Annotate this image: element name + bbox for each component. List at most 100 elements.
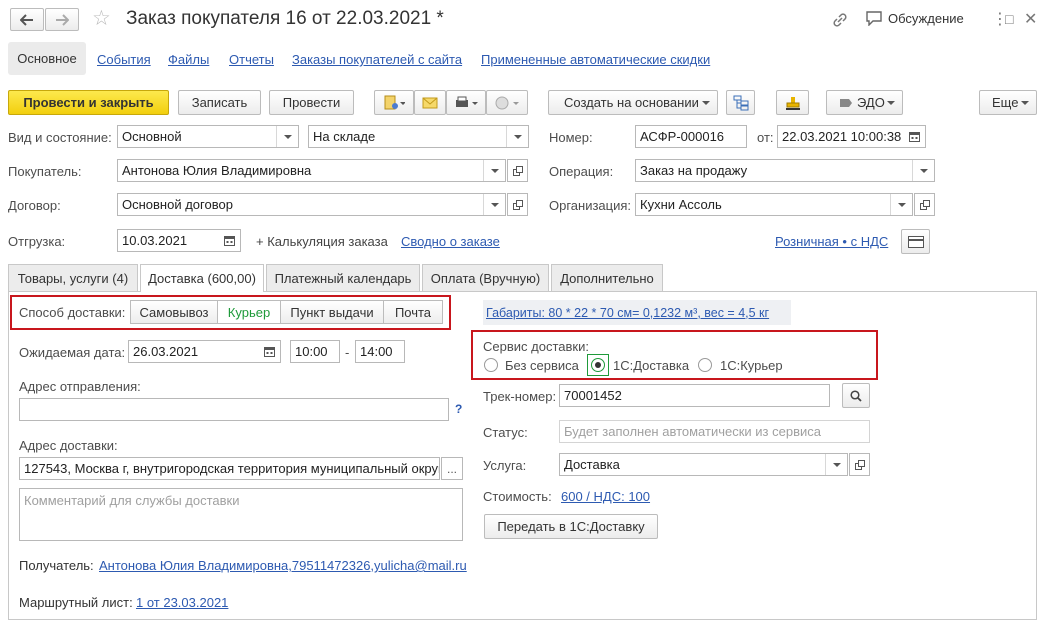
help-icon[interactable]: ? <box>455 402 462 416</box>
nav-tab-reports[interactable]: Отчеты <box>229 52 274 67</box>
kind-select[interactable]: Основной <box>117 125 299 148</box>
print-button[interactable] <box>446 90 486 115</box>
time-from-field[interactable]: 10:00 <box>290 340 340 363</box>
circle-status-icon <box>495 96 519 109</box>
chevron-down-icon <box>506 126 528 147</box>
route-sheet-link[interactable]: 1 от 23.03.2021 <box>136 595 228 610</box>
customer-select[interactable]: Антонова Юлия Владимировна <box>117 159 506 182</box>
date-value: 22.03.2021 10:00:38 <box>782 129 902 144</box>
organization-select[interactable]: Кухни Ассоль <box>635 193 913 216</box>
edo-sign-button[interactable] <box>776 90 809 115</box>
price-type-link[interactable]: Розничная • с НДС <box>775 234 888 249</box>
search-icon <box>850 389 862 402</box>
delivery-comment-field[interactable]: Комментарий для службы доставки <box>19 488 463 541</box>
calendar-icon[interactable] <box>259 341 280 362</box>
tab-goods[interactable]: Товары, услуги (4) <box>8 264 138 291</box>
chevron-down-icon <box>880 91 902 114</box>
create-based-on-button[interactable]: Создать на основании <box>548 90 718 115</box>
time-from-value: 10:00 <box>295 344 328 359</box>
dimensions-box[interactable]: Габариты: 80 * 22 * 70 см= 0,1232 м³, ве… <box>483 300 791 325</box>
back-button[interactable] <box>10 8 44 31</box>
tab-payment[interactable]: Оплата (Вручную) <box>422 264 549 291</box>
number-field[interactable]: АСФР-000016 <box>635 125 747 148</box>
sender-address-field[interactable] <box>19 398 449 421</box>
save-button[interactable]: Записать <box>178 90 261 115</box>
date-field[interactable]: 22.03.2021 10:00:38 <box>777 125 926 148</box>
tab-additional[interactable]: Дополнительно <box>551 264 663 291</box>
organization-value: Кухни Ассоль <box>640 197 722 212</box>
create-based-on-label: Создать на основании <box>564 95 699 110</box>
track-search-button[interactable] <box>842 383 870 408</box>
calendar-icon[interactable] <box>904 126 925 147</box>
attach-files-button[interactable] <box>374 90 414 115</box>
nav-tab-files[interactable]: Файлы <box>168 52 209 67</box>
recipient-label: Получатель: <box>19 558 94 573</box>
address-select-button[interactable]: ... <box>441 457 463 480</box>
open-contract-button[interactable] <box>507 193 528 216</box>
operation-select[interactable]: Заказ на продажу <box>635 159 935 182</box>
printer-icon <box>456 96 478 107</box>
arrow-left-icon <box>20 13 33 26</box>
expected-date-field[interactable]: 26.03.2021 <box>128 340 281 363</box>
recipient-link[interactable]: Антонова Юлия Владимировна,79511472326,y… <box>99 558 467 573</box>
tab-delivery[interactable]: Доставка (600,00) <box>140 264 264 292</box>
operation-value: Заказ на продажу <box>640 163 748 178</box>
number-label: Номер: <box>549 130 593 145</box>
calculation-link[interactable]: + Калькуляция заказа <box>256 234 388 249</box>
link-icon[interactable] <box>832 12 848 31</box>
email-button[interactable] <box>414 90 446 115</box>
dimensions-link[interactable]: Габариты: 80 * 22 * 70 см= 0,1232 м³, ве… <box>486 306 769 320</box>
post-button[interactable]: Провести <box>269 90 354 115</box>
track-number-field[interactable]: 70001452 <box>559 384 830 407</box>
service-select[interactable]: Доставка <box>559 453 848 476</box>
chevron-down-icon <box>483 160 505 181</box>
nav-tab-events[interactable]: События <box>97 52 151 67</box>
card-icon <box>907 235 924 248</box>
shipment-date-value: 10.03.2021 <box>122 233 188 248</box>
price-settings-button[interactable] <box>901 229 930 254</box>
time-to-value: 14:00 <box>360 344 393 359</box>
service-value: Доставка <box>564 457 620 472</box>
restore-icon[interactable]: □ <box>1005 11 1013 27</box>
customer-label: Покупатель: <box>8 164 82 179</box>
edo-button[interactable]: ЭДО <box>826 90 903 115</box>
forward-button[interactable] <box>45 8 79 31</box>
nav-tab-auto-discounts[interactable]: Примененные автоматические скидки <box>481 52 710 67</box>
contract-select[interactable]: Основной договор <box>117 193 506 216</box>
from-label: от: <box>757 130 774 145</box>
tab-label: Дополнительно <box>560 270 654 286</box>
chevron-down-icon <box>825 454 847 475</box>
tab-label: Товары, услуги (4) <box>17 270 129 286</box>
status-label: Статус: <box>483 425 528 440</box>
state-select[interactable]: На складе <box>308 125 529 148</box>
nav-tab-site-orders[interactable]: Заказы покупателей с сайта <box>292 52 462 67</box>
post-and-close-button[interactable]: Провести и закрыть <box>8 90 169 115</box>
transfer-to-1c-delivery-button[interactable]: Передать в 1С:Доставку <box>484 514 658 539</box>
time-to-field[interactable]: 14:00 <box>355 340 405 363</box>
calendar-icon[interactable] <box>219 230 240 251</box>
delivery-address-value: 127543, Москва г, внутригородская террит… <box>24 461 440 476</box>
cost-link[interactable]: 600 / НДС: 100 <box>561 489 650 504</box>
number-value: АСФР-000016 <box>640 129 725 144</box>
tab-label: Оплата (Вручную) <box>430 270 541 286</box>
arrow-right-icon <box>56 13 69 26</box>
close-icon[interactable]: ✕ <box>1024 9 1037 29</box>
tab-payment-calendar[interactable]: Платежный календарь <box>266 264 420 291</box>
open-service-button[interactable] <box>849 453 870 476</box>
favorite-star-icon[interactable]: ☆ <box>92 8 111 30</box>
summary-link[interactable]: Сводно о заказе <box>401 234 500 249</box>
structure-button[interactable] <box>726 90 755 115</box>
expected-date-value: 26.03.2021 <box>133 344 199 359</box>
open-organization-button[interactable] <box>914 193 935 216</box>
envelope-icon <box>422 97 438 108</box>
more-button[interactable]: Еще <box>979 90 1037 115</box>
chevron-down-icon <box>890 194 912 215</box>
open-icon <box>854 459 865 470</box>
kind-label: Вид и состояние: <box>8 130 112 145</box>
nav-tab-main[interactable]: Основное <box>8 42 86 75</box>
delivery-address-field[interactable]: 127543, Москва г, внутригородская террит… <box>19 457 440 480</box>
status-button[interactable] <box>486 90 528 115</box>
open-customer-button[interactable] <box>507 159 528 182</box>
discussion-button[interactable]: Обсуждение <box>866 11 964 26</box>
shipment-date-field[interactable]: 10.03.2021 <box>117 229 241 252</box>
